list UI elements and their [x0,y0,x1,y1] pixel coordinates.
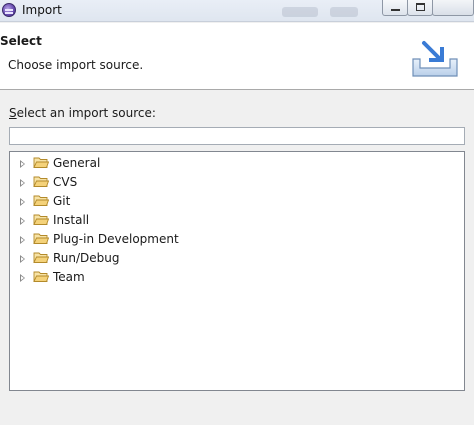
tree-item-team[interactable]: Team [10,268,310,287]
page-title: Select [0,34,42,48]
folder-icon [33,252,49,263]
tree-item-label: General [53,156,101,170]
expand-arrow-icon[interactable] [20,198,25,206]
tree-item-label: Git [53,194,71,208]
tree-item-label: Run/Debug [53,251,120,265]
wizard-header: Select Choose import source. [0,23,474,90]
page-description: Choose import source. [8,58,144,72]
eclipse-app-icon [2,3,16,17]
expand-arrow-icon[interactable] [20,236,25,244]
maximize-icon [416,3,425,11]
folder-icon [33,271,49,282]
expand-arrow-icon[interactable] [20,179,25,187]
expand-arrow-icon[interactable] [20,274,25,282]
tree-item-run-debug[interactable]: Run/Debug [10,249,310,268]
tree-item-plug-in-development[interactable]: Plug-in Development [10,230,310,249]
minimize-icon [391,9,400,11]
tree-item-label: Team [53,270,85,284]
close-button[interactable] [432,0,474,16]
expand-arrow-icon[interactable] [20,160,25,168]
title-bar-blur [330,7,358,17]
import-source-tree[interactable]: General CVS Git Install Plug-in Developm… [9,151,465,391]
tree-item-general[interactable]: General [10,154,310,173]
tree-item-label: Install [53,213,90,227]
window-title: Import [22,3,62,17]
import-source-label: Select an import source: [9,106,156,120]
expand-arrow-icon[interactable] [20,255,25,263]
title-bar-blur [282,7,318,17]
tree-item-cvs[interactable]: CVS [10,173,310,192]
expand-arrow-icon[interactable] [20,217,25,225]
title-bar[interactable]: Import [0,0,474,22]
tree-item-install[interactable]: Install [10,211,310,230]
folder-icon [33,195,49,206]
tree-item-label: Plug-in Development [53,232,179,246]
folder-icon [33,176,49,187]
minimize-button[interactable] [382,0,408,16]
maximize-button[interactable] [407,0,433,16]
tree-item-git[interactable]: Git [10,192,310,211]
folder-icon [33,233,49,244]
filter-input[interactable] [9,127,465,145]
folder-icon [33,157,49,168]
import-wizard-icon [412,41,458,77]
folder-icon [33,214,49,225]
tree-item-label: CVS [53,175,78,189]
